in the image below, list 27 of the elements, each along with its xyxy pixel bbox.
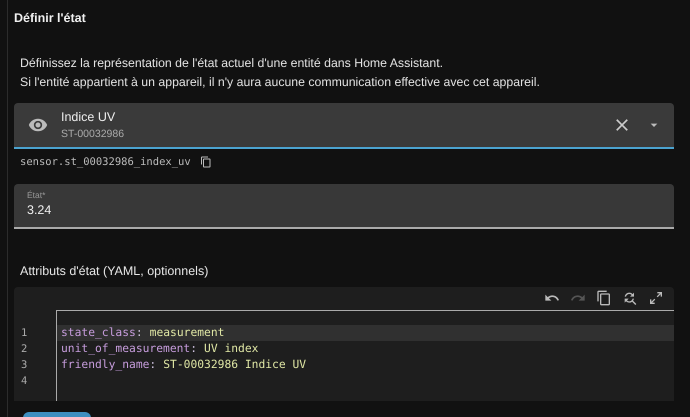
yaml-value: UV index	[204, 341, 258, 357]
yaml-value: ST-00032986 Indice UV	[163, 357, 306, 373]
yaml-key: state_class	[61, 325, 136, 341]
entity-id: sensor.st_00032986_index_uv	[20, 156, 191, 168]
dialog-title: Définir l'état	[14, 11, 86, 25]
yaml-value: measurement	[150, 325, 224, 341]
line-number: 3	[21, 358, 28, 373]
code-editor[interactable]: 1 2 3 4 state_class: measurement unit_of_measurement: UV index friendly_name: ST-00032986 Indice UV	[14, 287, 674, 401]
line-number: 2	[21, 342, 28, 357]
search-replace-icon[interactable]	[622, 290, 638, 306]
device-name: ST-00032986	[61, 128, 124, 140]
copy-icon[interactable]	[200, 156, 212, 168]
yaml-colon: :	[190, 341, 198, 357]
copy-icon[interactable]	[596, 290, 612, 306]
description-text: Définissez la représentation de l'état actuel d'une entité dans Home Assistant.	[20, 55, 444, 72]
entity-name: Indice UV	[61, 110, 116, 124]
line-number: 4	[21, 374, 28, 389]
fullscreen-icon[interactable]	[648, 290, 664, 306]
yaml-colon: :	[136, 325, 143, 341]
attributes-label: Attributs d'état (YAML, optionnels)	[20, 264, 208, 278]
line-number: 1	[21, 326, 28, 341]
yaml-key: unit_of_measurement	[61, 341, 190, 357]
state-field[interactable]: État* 3.24	[14, 184, 674, 229]
description-text: Si l'entité appartient à un appareil, il n'y aura aucune communication effective avec cet appareil.	[20, 74, 540, 91]
yaml-colon: :	[149, 357, 156, 373]
entity-picker[interactable]: Indice UV ST-00032986	[14, 103, 674, 149]
yaml-key: friendly_name	[61, 357, 150, 373]
